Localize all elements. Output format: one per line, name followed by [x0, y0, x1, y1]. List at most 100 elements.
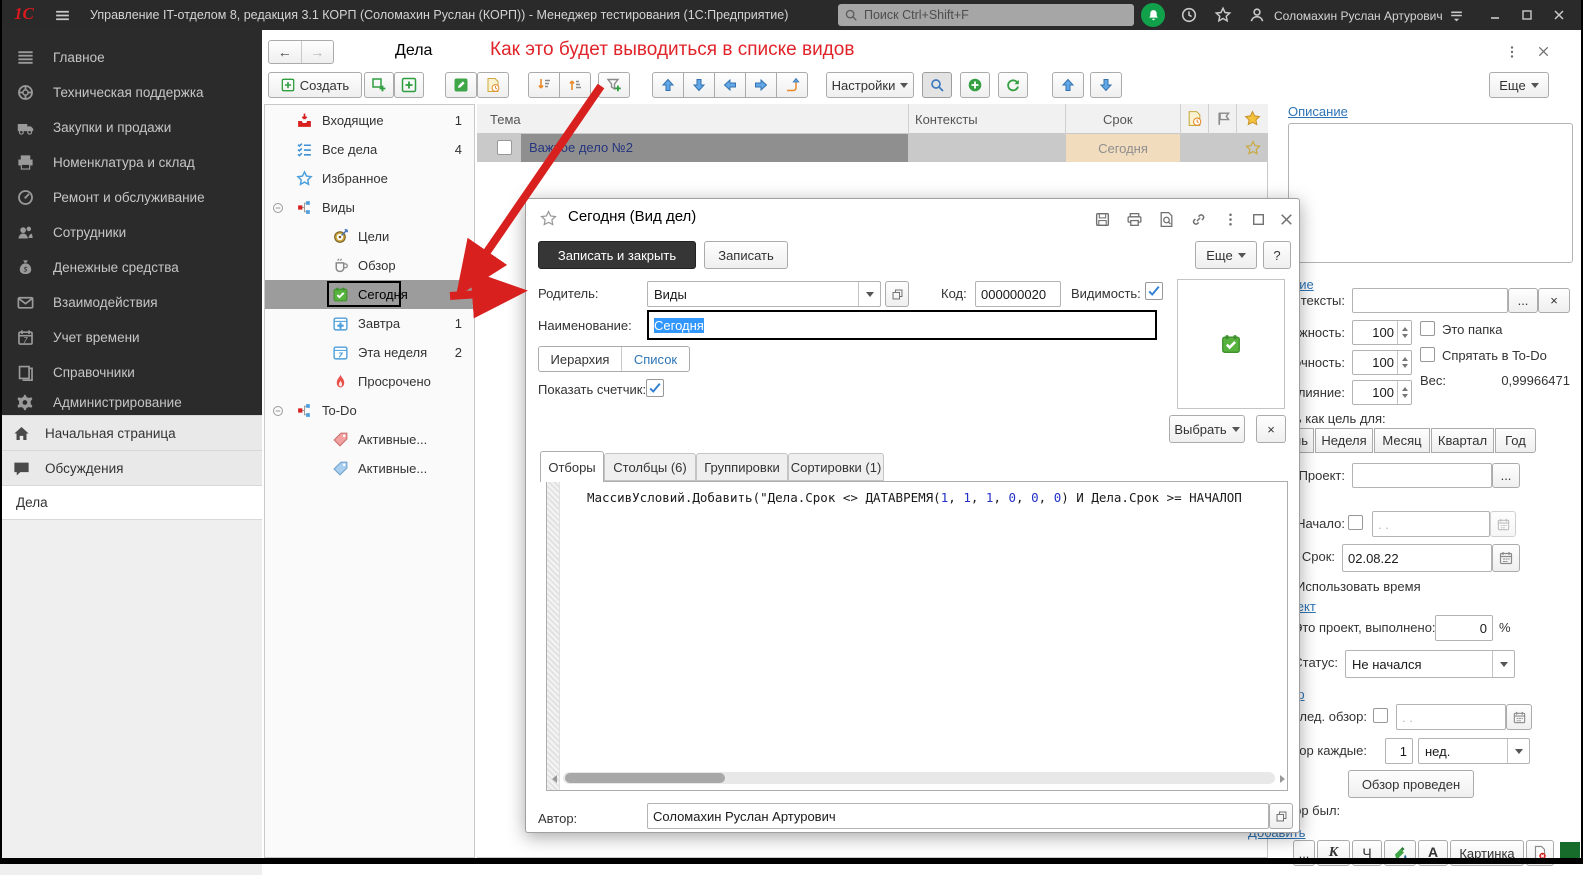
tree-item-review[interactable]: Обзор [265, 251, 474, 280]
review-done-button[interactable]: Обзор проведен [1348, 770, 1474, 798]
edit-button[interactable] [445, 72, 477, 98]
close-button[interactable] [1551, 7, 1567, 23]
tree-item-tomorrow[interactable]: Завтра1 [265, 309, 474, 338]
sort-desc-button[interactable] [528, 72, 560, 98]
favorites-icon[interactable] [1214, 6, 1232, 24]
row-checkbox[interactable] [497, 140, 512, 155]
filter-button[interactable] [598, 72, 630, 98]
show-counter-checkbox[interactable] [646, 379, 664, 397]
create-group-button[interactable] [364, 72, 394, 98]
status-dropdown[interactable]: Не начался [1345, 650, 1515, 678]
author-input[interactable]: Соломахин Руслан Артурович [647, 803, 1269, 829]
minimize-button[interactable] [1487, 7, 1503, 23]
description-textarea[interactable] [1288, 123, 1573, 263]
tree-item-todo[interactable]: To-Do [265, 396, 474, 425]
move-left-button[interactable] [714, 72, 746, 98]
settings-button[interactable]: Настройки [826, 72, 914, 98]
username[interactable]: Соломахин Руслан Артурович [1274, 9, 1443, 23]
sidebar-item-discussions[interactable]: Обсуждения [0, 450, 262, 486]
code-editor[interactable]: МассивУсловий.Добавить("Дела.Срок <> ДАТ… [546, 481, 1288, 791]
preview-icon[interactable] [1158, 211, 1175, 228]
help-button[interactable]: ? [1263, 241, 1291, 269]
done-input[interactable]: 0 [1435, 615, 1493, 641]
move-down-button[interactable] [683, 72, 715, 98]
period-quarter-button[interactable]: Квартал [1431, 428, 1494, 453]
name-input[interactable]: Сегодня [647, 310, 1157, 340]
favorite-star-icon[interactable] [540, 210, 557, 227]
period-year-button[interactable]: Год [1495, 428, 1536, 453]
panel-more-button[interactable]: Еще [1489, 72, 1549, 98]
project-pick-button[interactable]: ... [1492, 463, 1520, 488]
importance-spinner[interactable]: 100 [1352, 320, 1412, 345]
tree-item-inbox[interactable]: Входящие1 [265, 106, 474, 135]
tab-groupings[interactable]: Группировки [696, 453, 788, 481]
tree-item-today[interactable]: Сегодня [265, 280, 474, 309]
influence-spinner[interactable]: 100 [1352, 380, 1412, 405]
urgency-spinner[interactable]: 100 [1352, 350, 1412, 375]
start-calendar-button[interactable] [1490, 511, 1516, 537]
contexts-pick-button[interactable]: ... [1508, 288, 1538, 313]
column-header-due[interactable]: Срок [1103, 112, 1133, 127]
tree-item-kinds[interactable]: Виды [265, 193, 474, 222]
service-menu-icon[interactable] [1448, 7, 1465, 24]
user-icon[interactable] [1248, 6, 1266, 24]
table-row[interactable]: Важное дело №2 Сегодня [477, 134, 1268, 162]
sort-asc-button[interactable] [559, 72, 591, 98]
create-button[interactable]: Создать [268, 72, 362, 98]
code-input[interactable]: 000000020 [975, 281, 1061, 307]
period-week-button[interactable]: Неделя [1315, 428, 1373, 453]
parent-open-button[interactable] [885, 281, 909, 307]
start-date-input[interactable]: . . [1372, 511, 1490, 537]
tree-item-favorites[interactable]: Избранное [265, 164, 474, 193]
row-subject-cell[interactable]: Важное дело №2 [521, 134, 908, 162]
scrollbar-thumb[interactable] [565, 773, 725, 783]
hide-todo-checkbox[interactable] [1420, 347, 1435, 362]
history-icon[interactable] [1180, 6, 1198, 24]
author-open-button[interactable] [1269, 803, 1293, 829]
sidebar-item-home[interactable]: Начальная страница [0, 415, 262, 451]
column-header-subject[interactable]: Тема [490, 112, 521, 127]
column-header-postponed-icon[interactable] [1186, 110, 1203, 127]
maximize-button[interactable] [1519, 7, 1535, 23]
tab-columns[interactable]: Столбцы (6) [604, 453, 696, 481]
column-header-flag-icon[interactable] [1215, 110, 1232, 127]
row-down-button[interactable] [1090, 72, 1122, 98]
period-month-button[interactable]: Месяц [1374, 428, 1430, 453]
sidebar-item-admin[interactable]: Администрирование [0, 390, 262, 415]
due-date-input[interactable]: 02.08.22 [1342, 544, 1492, 572]
global-search-input[interactable]: Поиск Ctrl+Shift+F [838, 4, 1134, 26]
sidebar-item-catalogs[interactable]: Справочники [0, 355, 262, 390]
tree-item-all[interactable]: Все дела4 [265, 135, 474, 164]
picture-box[interactable] [1177, 279, 1285, 409]
maximize-icon[interactable] [1250, 211, 1267, 228]
save-close-button[interactable]: Записать и закрыть [538, 241, 696, 269]
clear-picture-button[interactable]: × [1256, 415, 1286, 443]
due-calendar-button[interactable] [1492, 544, 1520, 572]
next-review-calendar-button[interactable] [1506, 704, 1532, 730]
hamburger-menu-icon[interactable] [54, 7, 71, 24]
sidebar-item-time[interactable]: 7Учет времени [0, 320, 262, 355]
form-close-icon[interactable] [1536, 44, 1551, 59]
dialog-more-button[interactable]: Еще [1195, 241, 1257, 269]
add-button[interactable] [960, 72, 990, 98]
tree-item-goals[interactable]: Цели [265, 222, 474, 251]
sidebar-item-interactions[interactable]: Взаимодействия [0, 285, 262, 320]
horizontal-scrollbar[interactable] [563, 772, 1275, 784]
choose-picture-button[interactable]: Выбрать [1169, 415, 1245, 443]
hierarchy-toggle[interactable]: Иерархия [539, 347, 622, 371]
column-header-star-icon[interactable] [1244, 110, 1261, 127]
move-right-button[interactable] [745, 72, 777, 98]
tree-item-this-week[interactable]: 7Эта неделя2 [265, 338, 474, 367]
form-more-icon[interactable] [1504, 44, 1520, 60]
search-list-button[interactable] [922, 72, 952, 98]
scroll-right-arrow[interactable] [1280, 775, 1285, 783]
next-review-checkbox[interactable] [1373, 708, 1388, 723]
start-checkbox[interactable] [1348, 515, 1363, 530]
sidebar-item-purchases[interactable]: Закупки и продажи [0, 110, 262, 145]
row-up-button[interactable] [1052, 72, 1084, 98]
collapse-icon[interactable] [272, 405, 284, 417]
review-unit-dropdown[interactable]: нед. [1418, 738, 1530, 764]
column-header-contexts[interactable]: Контексты [915, 112, 978, 127]
close-icon[interactable] [1278, 211, 1295, 228]
project-input[interactable] [1352, 463, 1492, 488]
